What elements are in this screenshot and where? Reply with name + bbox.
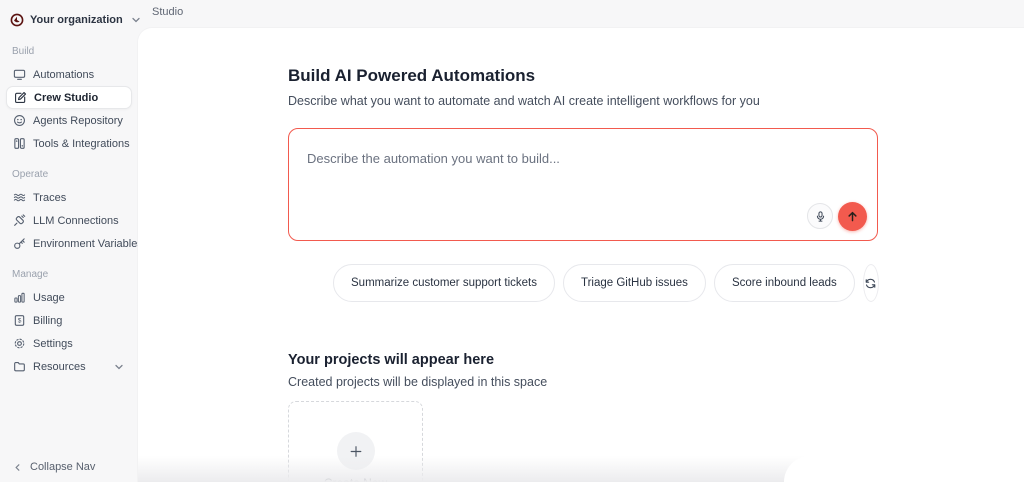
suggestion-chip[interactable]: Triage GitHub issues [563, 264, 706, 302]
plug-icon [12, 214, 26, 228]
sidebar-item-billing[interactable]: $ Billing [6, 309, 132, 332]
sidebar-item-label: Resources [33, 361, 86, 373]
chevron-left-icon [12, 460, 22, 474]
sidebar-item-automations[interactable]: Automations [6, 63, 132, 86]
chevron-down-icon [129, 13, 143, 27]
sidebar-item-tools-integrations[interactable]: Tools & Integrations [6, 132, 132, 155]
section-label-build: Build [6, 46, 132, 59]
sidebar-item-label: Usage [33, 292, 65, 304]
mic-button[interactable] [807, 203, 833, 229]
suggestion-chip-label: Triage GitHub issues [581, 277, 688, 289]
automation-description-input[interactable] [289, 129, 877, 201]
sidebar-item-label: Settings [33, 338, 73, 350]
sidebar-item-traces[interactable]: Traces [6, 186, 132, 209]
svg-text:$: $ [17, 318, 21, 325]
agent-icon [12, 114, 26, 128]
sidebar-item-label: Automations [33, 69, 94, 81]
section-label-operate: Operate [6, 169, 132, 182]
org-logo-icon [10, 13, 24, 27]
edit-icon [13, 91, 27, 105]
tools-icon [12, 137, 26, 151]
sidebar-item-agents-repository[interactable]: Agents Repository [6, 109, 132, 132]
suggestion-chips-row: Summarize customer support tickets Triag… [288, 264, 878, 302]
sidebar-item-crew-studio[interactable]: Crew Studio [6, 86, 132, 109]
sidebar-item-label: Billing [33, 315, 62, 327]
sidebar-item-label: Agents Repository [33, 115, 123, 127]
page-subtitle: Describe what you want to automate and w… [288, 94, 878, 108]
sidebar-item-llm-connections[interactable]: LLM Connections [6, 209, 132, 232]
arrow-up-icon [846, 210, 860, 224]
sidebar-item-label: LLM Connections [33, 215, 119, 227]
projects-title: Your projects will appear here [288, 352, 878, 368]
sidebar: Your organization Build Automations Crew… [0, 0, 138, 482]
suggestion-chip-label: Summarize customer support tickets [351, 277, 537, 289]
sidebar-item-label: Traces [33, 192, 66, 204]
plus-circle [337, 432, 375, 470]
page-title: Build AI Powered Automations [288, 66, 878, 86]
collapse-nav-label: Collapse Nav [30, 461, 95, 473]
refresh-suggestions-button[interactable] [863, 264, 879, 302]
waves-icon [12, 191, 26, 205]
key-icon [12, 237, 26, 251]
main-content-card: Build AI Powered Automations Describe wh… [138, 28, 1024, 482]
create-new-project-card[interactable]: Create New [288, 401, 423, 482]
bar-chart-icon [12, 291, 26, 305]
folder-icon [12, 360, 26, 374]
projects-subtitle: Created projects will be displayed in th… [288, 375, 878, 389]
send-button[interactable] [838, 202, 867, 231]
section-label-manage: Manage [6, 269, 132, 282]
sidebar-item-label: Environment Variables [33, 238, 143, 250]
org-name: Your organization [30, 14, 123, 26]
sidebar-item-label: Crew Studio [34, 92, 98, 104]
monitor-icon [12, 68, 26, 82]
sidebar-item-label: Tools & Integrations [33, 138, 130, 150]
org-switcher[interactable]: Your organization [6, 8, 132, 32]
sidebar-item-environment-variables[interactable]: Environment Variables [6, 232, 132, 255]
sidebar-item-settings[interactable]: Settings [6, 332, 132, 355]
suggestion-chip[interactable]: Score inbound leads [714, 264, 855, 302]
sidebar-item-resources[interactable]: Resources [6, 355, 132, 378]
sidebar-item-usage[interactable]: Usage [6, 286, 132, 309]
microphone-icon [813, 209, 827, 223]
plus-icon [349, 444, 363, 458]
suggestion-chip-label: Score inbound leads [732, 277, 837, 289]
create-new-label: Create New [324, 476, 387, 482]
refresh-icon [864, 276, 878, 290]
collapse-nav-button[interactable]: Collapse Nav [12, 460, 95, 474]
suggestion-chip[interactable]: Summarize customer support tickets [333, 264, 555, 302]
automation-composer [288, 128, 878, 241]
billing-icon: $ [12, 314, 26, 328]
breadcrumb: Studio [152, 6, 183, 18]
chevron-down-icon [112, 360, 126, 374]
gear-icon [12, 337, 26, 351]
